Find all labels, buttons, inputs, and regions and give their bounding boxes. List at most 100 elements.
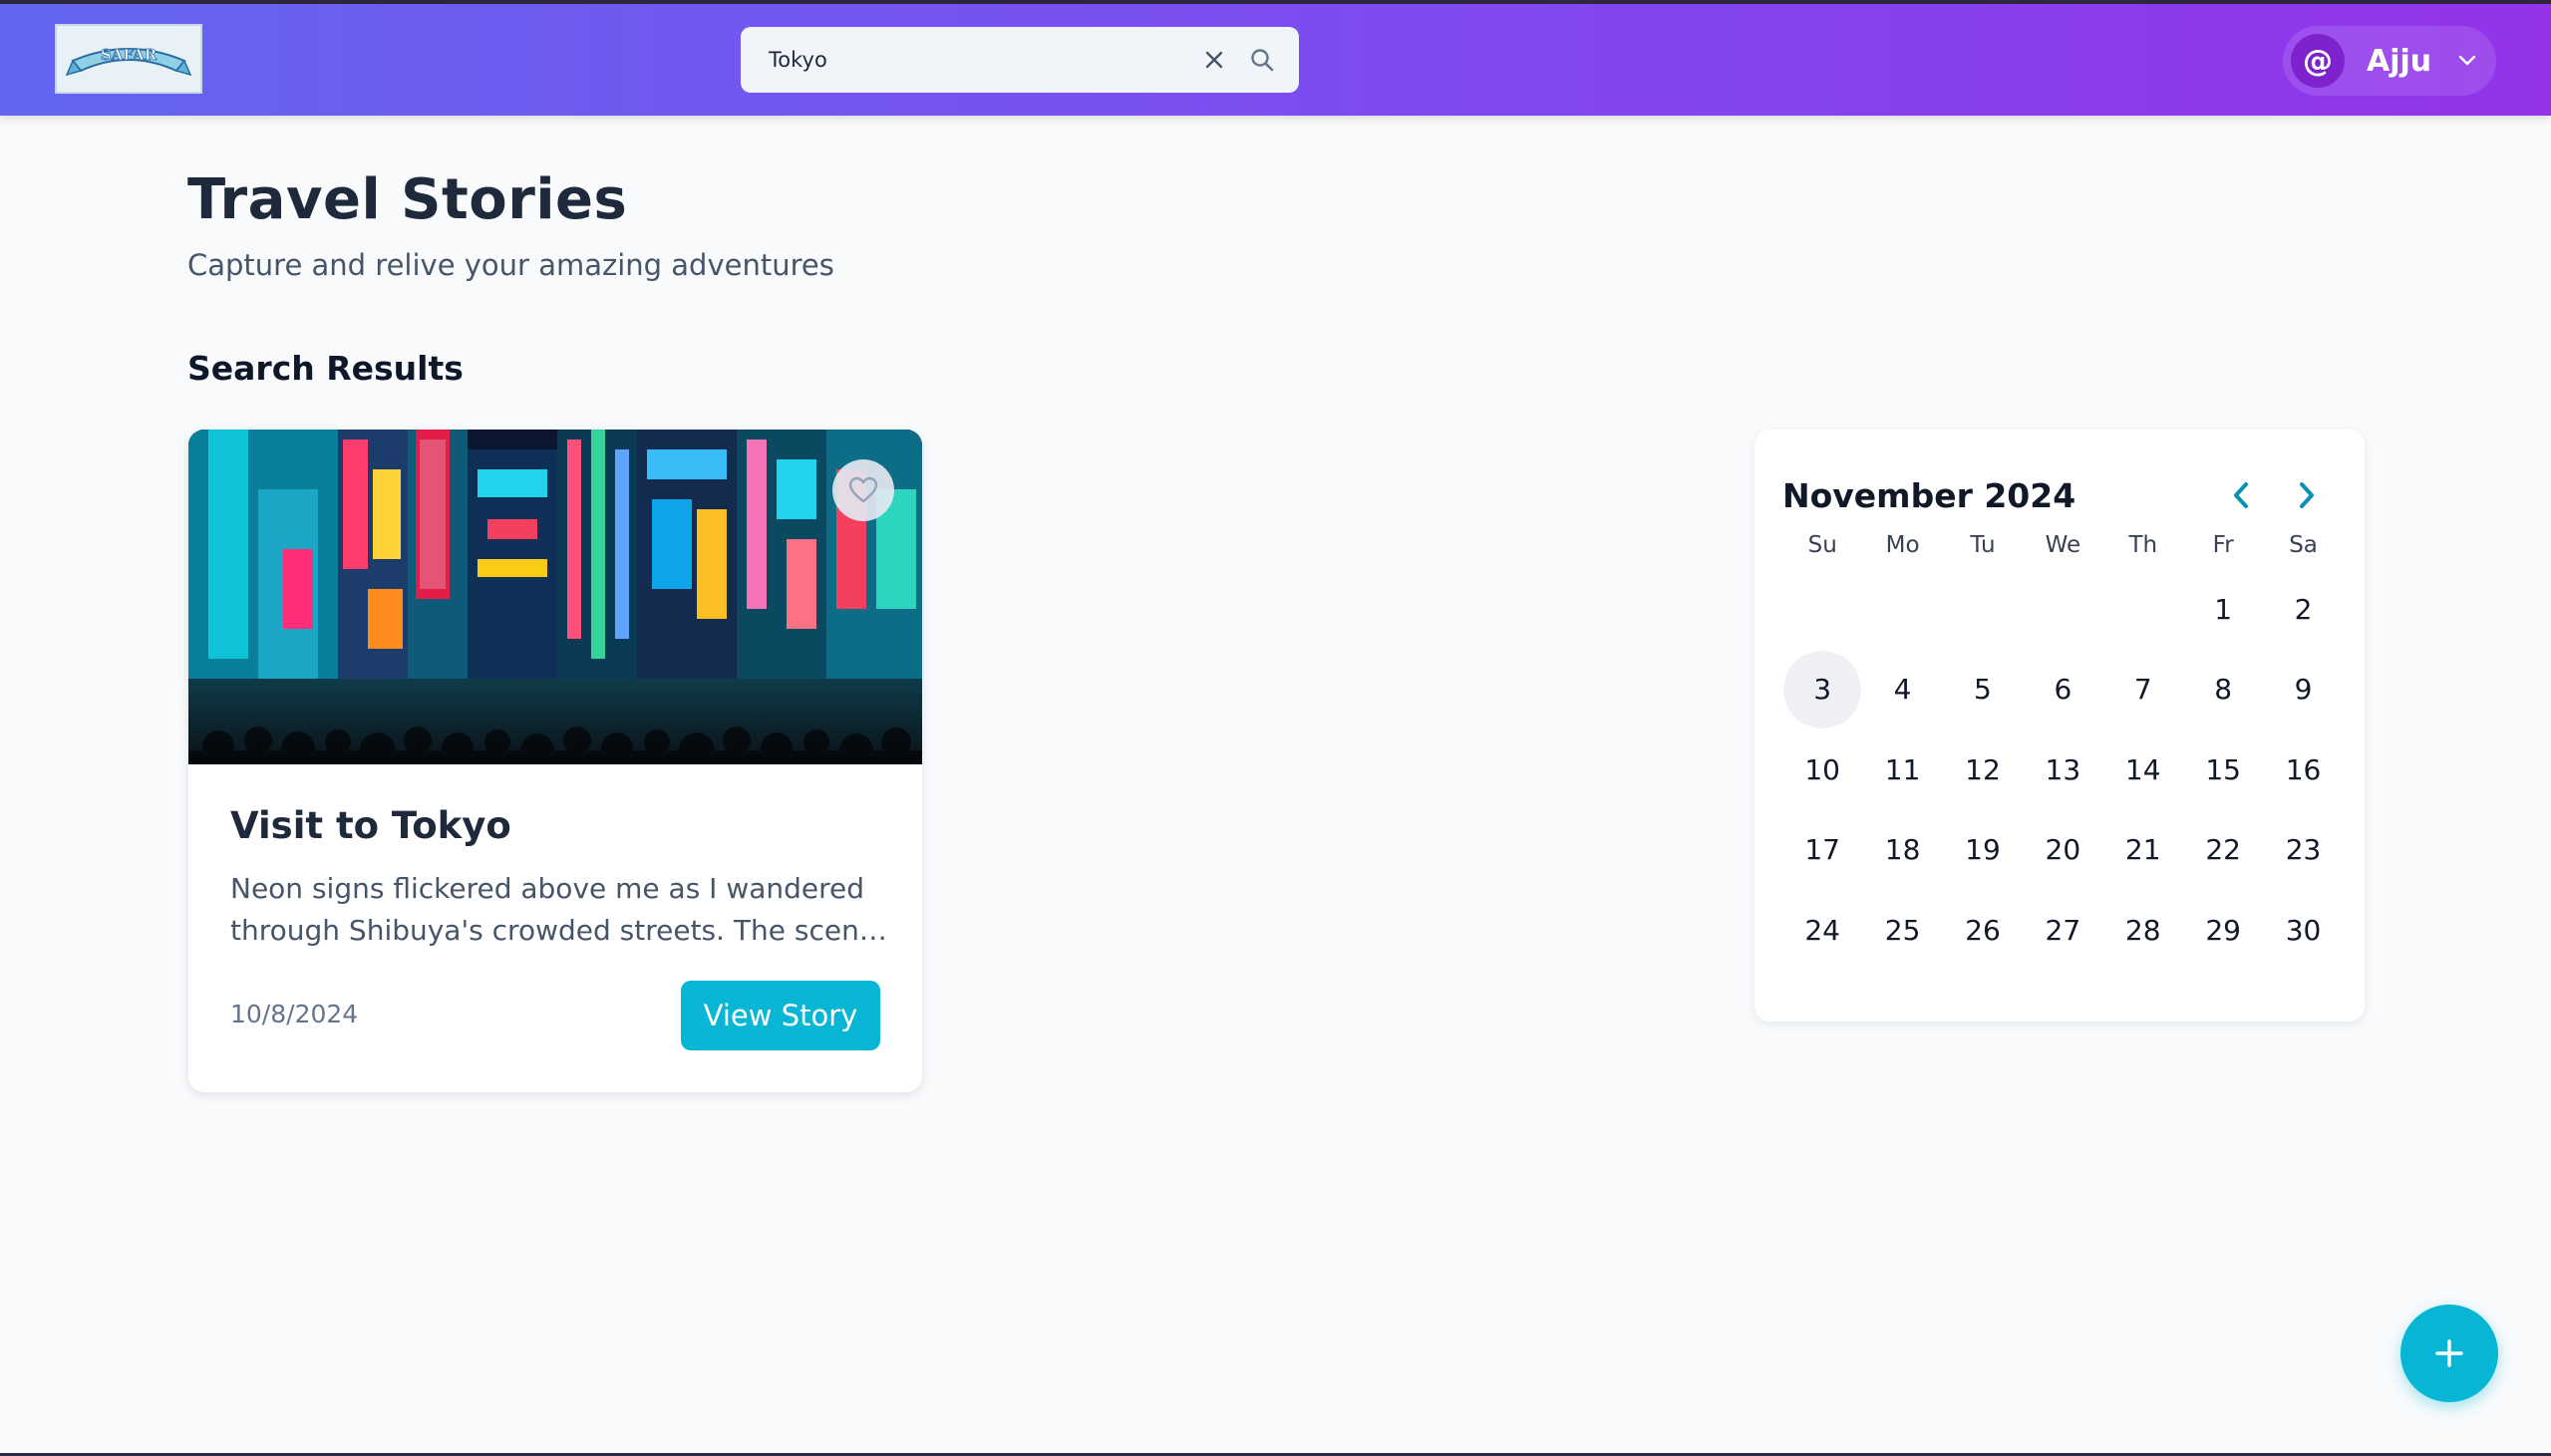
calendar-day[interactable]: 14 xyxy=(2103,729,2183,810)
calendar-day-number: 8 xyxy=(2214,673,2233,707)
logo-banner-icon: SAFAR xyxy=(65,46,192,77)
calendar-day-number: 1 xyxy=(2214,592,2233,626)
calendar-day-number: 9 xyxy=(2294,673,2313,707)
calendar-day[interactable]: 21 xyxy=(2103,810,2183,891)
plus-icon xyxy=(2435,1339,2463,1367)
calendar-day[interactable]: 19 xyxy=(1943,810,2023,891)
search-input[interactable] xyxy=(769,48,1183,72)
calendar-day-number: 7 xyxy=(2133,673,2152,707)
calendar-day[interactable]: 29 xyxy=(2183,890,2263,971)
section-title: Search Results xyxy=(187,349,464,388)
calendar-day[interactable]: 23 xyxy=(2263,810,2343,891)
calendar-day[interactable]: 20 xyxy=(2023,810,2102,891)
calendar-blank-cell xyxy=(1943,569,2023,650)
calendar-day[interactable]: 15 xyxy=(2183,729,2263,810)
calendar-day-number: 27 xyxy=(2045,913,2081,947)
calendar-day[interactable]: 2 xyxy=(2263,569,2343,650)
search-bar xyxy=(741,27,1299,93)
chevron-left-icon[interactable] xyxy=(2221,475,2261,515)
weekday-label: Sa xyxy=(2289,532,2318,558)
profile-name: Ajju xyxy=(2367,43,2432,79)
calendar-blank-cell xyxy=(2023,569,2102,650)
calendar-month-label: November 2024 xyxy=(1782,476,2076,515)
calendar-day-number: 18 xyxy=(1884,833,1921,867)
chevron-right-icon[interactable] xyxy=(2287,475,2327,515)
calendar-day[interactable]: 4 xyxy=(1862,650,1942,730)
calendar-day-number: 11 xyxy=(1884,752,1921,786)
search-icon[interactable] xyxy=(1245,43,1279,77)
page-subtitle: Capture and relive your amazing adventur… xyxy=(187,248,834,282)
calendar-day-number: 24 xyxy=(1804,913,1840,947)
app-logo[interactable]: SAFAR xyxy=(55,24,202,94)
calendar-day[interactable]: 11 xyxy=(1862,729,1942,810)
calendar-day[interactable]: 10 xyxy=(1782,729,1862,810)
calendar-day-number: 6 xyxy=(2054,673,2073,707)
calendar-day[interactable]: 17 xyxy=(1782,810,1862,891)
heart-icon[interactable] xyxy=(832,459,894,521)
calendar-grid: Su Mo Tu We Th Fr Sa 1 2 3 4 5 6 7 8 9 10 11 12 13 14 15 16 17 1… xyxy=(1782,521,2344,971)
calendar: November 2024 Su Mo Tu We Th Fr Sa 1 2 3 4 5 6 7 8 9 10 1… xyxy=(1754,430,2365,1021)
calendar-day[interactable]: 26 xyxy=(1943,890,2023,971)
calendar-day[interactable]: 5 xyxy=(1943,650,2023,730)
add-story-button[interactable] xyxy=(2400,1305,2498,1402)
calendar-day[interactable]: 22 xyxy=(2183,810,2263,891)
weekday-label: Mo xyxy=(1885,532,1920,558)
calendar-day[interactable]: 27 xyxy=(2023,890,2102,971)
calendar-day[interactable]: 18 xyxy=(1862,810,1942,891)
story-card[interactable]: Visit to Tokyo Neon signs flickered abov… xyxy=(188,430,922,1092)
profile-menu[interactable]: @ Ajju xyxy=(2283,26,2496,96)
avatar: @ xyxy=(2291,34,2345,88)
calendar-day[interactable]: 28 xyxy=(2103,890,2183,971)
calendar-day-number: 17 xyxy=(1804,833,1840,867)
chevron-down-icon xyxy=(2457,54,2477,68)
weekday-label: Th xyxy=(2128,532,2158,558)
calendar-day[interactable]: 25 xyxy=(1862,890,1942,971)
calendar-blank-cell xyxy=(1782,569,1862,650)
calendar-day-number: 5 xyxy=(1974,673,1992,707)
story-excerpt: Neon signs flickered above me as I wande… xyxy=(230,872,870,947)
calendar-day-number: 29 xyxy=(2205,913,2241,947)
view-story-button[interactable]: View Story xyxy=(681,981,880,1050)
calendar-day-number: 28 xyxy=(2124,913,2161,947)
story-image xyxy=(188,430,922,764)
calendar-day-number: 19 xyxy=(1965,833,2001,867)
calendar-day-number: 4 xyxy=(1893,673,1912,707)
calendar-day-number: 20 xyxy=(2045,833,2081,867)
calendar-day[interactable]: 24 xyxy=(1782,890,1862,971)
calendar-day[interactable]: 9 xyxy=(2263,650,2343,730)
calendar-day-number: 12 xyxy=(1965,752,2001,786)
weekday-label: Fr xyxy=(2212,532,2234,558)
calendar-blank-cell xyxy=(1862,569,1942,650)
calendar-day-today[interactable]: 3 xyxy=(1782,650,1862,730)
weekday-label: Tu xyxy=(1970,532,1996,558)
calendar-day-number: 16 xyxy=(2285,752,2322,786)
calendar-day-number: 14 xyxy=(2124,752,2161,786)
calendar-day[interactable]: 16 xyxy=(2263,729,2343,810)
calendar-blank-cell xyxy=(2103,569,2183,650)
calendar-day-number: 10 xyxy=(1804,752,1840,786)
calendar-day-number: 25 xyxy=(1884,913,1921,947)
calendar-day[interactable]: 13 xyxy=(2023,729,2102,810)
calendar-day-number: 30 xyxy=(2285,913,2322,947)
calendar-day-number: 23 xyxy=(2285,833,2322,867)
calendar-day[interactable]: 30 xyxy=(2263,890,2343,971)
calendar-day[interactable]: 12 xyxy=(1943,729,2023,810)
calendar-day[interactable]: 7 xyxy=(2103,650,2183,730)
calendar-day-number: 21 xyxy=(2124,833,2161,867)
calendar-day-number: 26 xyxy=(1965,913,2001,947)
calendar-day-number: 15 xyxy=(2205,752,2241,786)
story-date: 10/8/2024 xyxy=(230,1000,359,1028)
calendar-day-number: 2 xyxy=(2294,592,2313,626)
top-navbar: SAFAR @ Ajju xyxy=(0,4,2551,116)
svg-text:SAFAR: SAFAR xyxy=(101,46,158,64)
story-title: Visit to Tokyo xyxy=(230,804,511,847)
page-title: Travel Stories xyxy=(187,167,628,232)
weekday-label: We xyxy=(2045,532,2081,558)
calendar-day-number: 13 xyxy=(2045,752,2081,786)
calendar-day-number: 3 xyxy=(1783,650,1862,728)
calendar-day[interactable]: 8 xyxy=(2183,650,2263,730)
calendar-day-number: 22 xyxy=(2205,833,2241,867)
calendar-day[interactable]: 1 xyxy=(2183,569,2263,650)
calendar-day[interactable]: 6 xyxy=(2023,650,2102,730)
close-icon[interactable] xyxy=(1197,43,1231,77)
